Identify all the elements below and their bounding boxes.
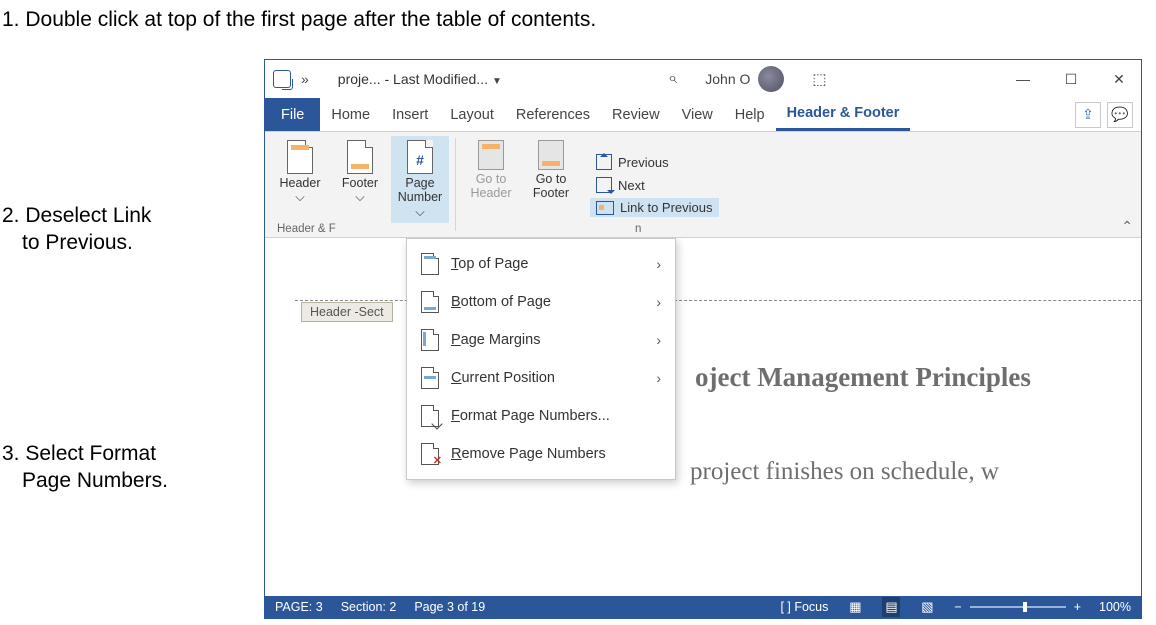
- group-label-nav-suffix: n: [635, 223, 641, 235]
- link-icon: [596, 201, 614, 215]
- maximize-button[interactable]: ☐: [1057, 71, 1085, 88]
- tab-review[interactable]: Review: [601, 98, 671, 131]
- previous-section-button[interactable]: Previous: [590, 152, 719, 172]
- instruction-step3-line2: Page Numbers.: [22, 469, 168, 493]
- word-window: » proje... - Last Modified...▼ ⌕ John O …: [264, 59, 1142, 619]
- titlebar: » proje... - Last Modified...▼ ⌕ John O …: [265, 60, 1141, 98]
- header-section-tag: Header -Sect: [301, 302, 393, 322]
- instruction-step3-line1: 3. Select Format: [2, 442, 156, 466]
- submenu-arrow-icon: ›: [656, 294, 661, 310]
- share-button[interactable]: ⇪: [1075, 102, 1101, 128]
- document-body-text: project finishes on schedule, w: [690, 458, 999, 486]
- page-margins-icon: [421, 329, 439, 351]
- web-layout-icon[interactable]: ▧: [918, 599, 936, 615]
- menu-remove-page-numbers[interactable]: ✕ Remove Page Numbers: [407, 435, 675, 473]
- avatar: [758, 66, 784, 92]
- next-icon: [596, 177, 612, 193]
- submenu-arrow-icon: ›: [656, 370, 661, 386]
- tab-insert[interactable]: Insert: [381, 98, 439, 131]
- instruction-step2-line2: to Previous.: [22, 231, 133, 255]
- tab-layout[interactable]: Layout: [439, 98, 505, 131]
- comments-button[interactable]: 💬: [1107, 102, 1133, 128]
- submenu-arrow-icon: ›: [656, 332, 661, 348]
- collapse-ribbon-button[interactable]: ⌃: [1121, 218, 1133, 235]
- zoom-level[interactable]: 100%: [1099, 600, 1131, 614]
- status-page[interactable]: PAGE: 3: [275, 600, 323, 614]
- menu-page-margins[interactable]: Page Margins ›: [407, 321, 675, 359]
- ribbon: Header⌵ Footer⌵ # PageNumber ⌵ Header & …: [265, 132, 1141, 238]
- previous-icon: [596, 154, 612, 170]
- footer-button[interactable]: Footer⌵: [331, 136, 389, 223]
- menu-bottom-of-page[interactable]: Bottom of Page ›: [407, 283, 675, 321]
- search-icon[interactable]: ⌕: [668, 70, 677, 88]
- goto-header-button: Go toHeader: [462, 136, 520, 205]
- submenu-arrow-icon: ›: [656, 256, 661, 272]
- user-account[interactable]: John O: [705, 66, 784, 92]
- ribbon-tabs: File Home Insert Layout References Revie…: [265, 98, 1141, 132]
- menu-top-of-page[interactable]: Top of Page ›: [407, 245, 675, 283]
- zoom-in-button[interactable]: +: [1074, 600, 1081, 614]
- zoom-out-button[interactable]: −: [954, 600, 961, 614]
- group-label-headerfooter: Header & F: [277, 223, 336, 235]
- document-name[interactable]: proje... - Last Modified...▼: [338, 71, 502, 87]
- document-area[interactable]: Header -Sect oject Management Principles…: [265, 238, 1141, 596]
- tab-references[interactable]: References: [505, 98, 601, 131]
- statusbar: PAGE: 3 Section: 2 Page 3 of 19 [ ] Focu…: [265, 596, 1141, 618]
- zoom-slider[interactable]: − +: [954, 600, 1081, 614]
- instruction-step1: 1. Double click at top of the first page…: [2, 8, 596, 32]
- tab-header-footer[interactable]: Header & Footer: [776, 98, 911, 131]
- tab-view[interactable]: View: [671, 98, 724, 131]
- status-section[interactable]: Section: 2: [341, 600, 397, 614]
- status-page-of[interactable]: Page 3 of 19: [414, 600, 485, 614]
- read-mode-icon[interactable]: ▦: [846, 599, 864, 615]
- quickaccess-more[interactable]: »: [301, 71, 306, 87]
- tab-file[interactable]: File: [265, 98, 320, 131]
- next-section-button[interactable]: Next: [590, 175, 719, 195]
- instruction-step2-line1: 2. Deselect Link: [2, 204, 151, 228]
- format-icon: [421, 405, 439, 427]
- page-current-icon: [421, 367, 439, 389]
- autosave-icon[interactable]: [273, 70, 291, 88]
- minimize-button[interactable]: —: [1009, 71, 1037, 87]
- page-bottom-icon: [421, 291, 439, 313]
- page-number-button[interactable]: # PageNumber ⌵: [391, 136, 449, 223]
- page-top-icon: [421, 253, 439, 275]
- focus-mode-button[interactable]: [ ] Focus: [780, 600, 828, 614]
- close-button[interactable]: ✕: [1105, 71, 1133, 88]
- menu-format-page-numbers[interactable]: Format Page Numbers...: [407, 397, 675, 435]
- menu-current-position[interactable]: Current Position ›: [407, 359, 675, 397]
- goto-footer-button[interactable]: Go toFooter: [522, 136, 580, 205]
- page-number-menu: Top of Page › Bottom of Page › Page Marg…: [406, 238, 676, 480]
- link-to-previous-button[interactable]: Link to Previous: [590, 198, 719, 217]
- tab-home[interactable]: Home: [320, 98, 381, 131]
- tab-help[interactable]: Help: [724, 98, 776, 131]
- header-button[interactable]: Header⌵: [271, 136, 329, 223]
- document-heading: oject Management Principles: [695, 362, 1031, 393]
- ribbon-display-options[interactable]: ⬚: [812, 70, 826, 88]
- remove-icon: ✕: [421, 443, 439, 465]
- print-layout-icon[interactable]: ▤: [882, 597, 900, 617]
